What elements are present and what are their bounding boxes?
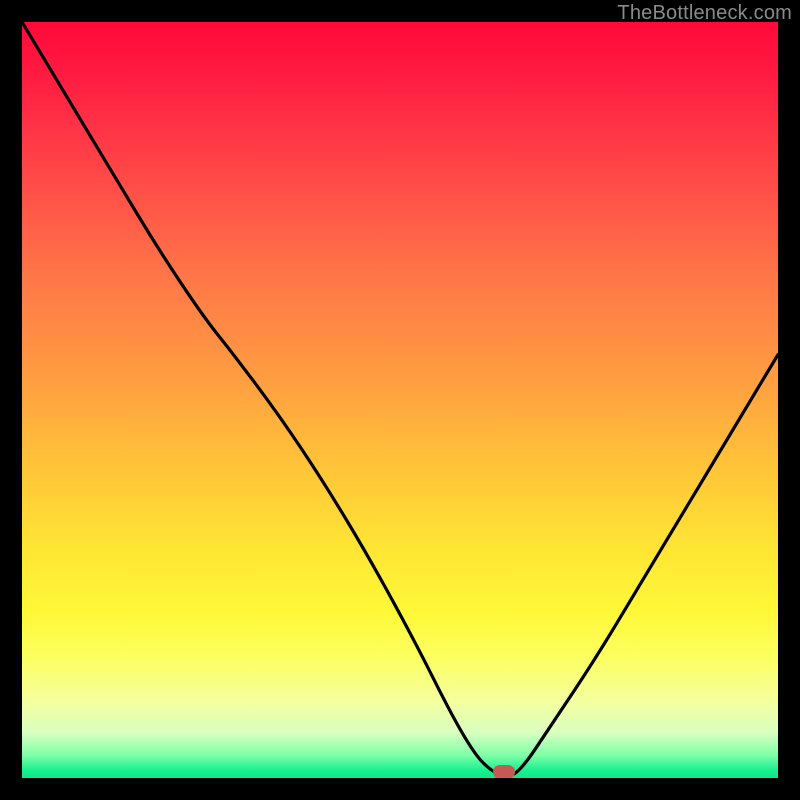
bottleneck-curve [22,22,778,778]
plot-area [22,22,778,778]
optimal-point-marker [493,765,515,778]
watermark-text: TheBottleneck.com [617,2,792,25]
chart-frame: TheBottleneck.com [0,0,800,800]
